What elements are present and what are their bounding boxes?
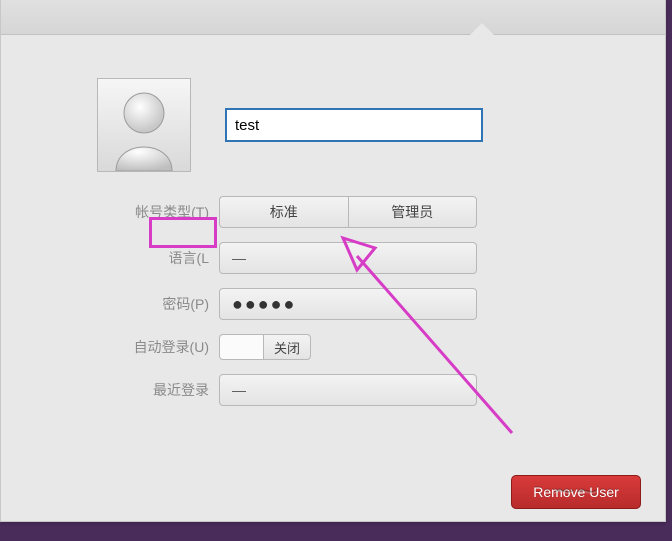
person-icon [98, 79, 190, 171]
row-last-login: 最近登录 — [97, 374, 615, 406]
avatar-row [97, 78, 615, 172]
password-masked: ●●●●● [232, 299, 296, 309]
row-language: 语言(L — [97, 242, 615, 274]
user-avatar[interactable] [97, 78, 191, 172]
form-content: 帐号类型(T) 标准 管理员 语言(L — 密码 [97, 78, 615, 420]
password-label: 密码(P) [97, 294, 219, 314]
popover-caret [469, 23, 495, 36]
password-button[interactable]: ●●●●● [219, 288, 477, 320]
user-settings-panel: 帐号类型(T) 标准 管理员 语言(L — 密码 [0, 0, 666, 522]
row-auto-login: 自动登录(U) 关闭 [97, 334, 615, 360]
toggle-state-text: 关闭 [263, 334, 311, 360]
watermark-overlay: ⁓⁓ [553, 479, 599, 505]
remove-user-button[interactable]: ⁓⁓ Remove User [511, 475, 641, 509]
row-password: 密码(P) ●●●●● [97, 288, 615, 320]
account-type-standard[interactable]: 标准 [219, 196, 348, 228]
language-label: 语言(L [97, 248, 219, 268]
account-type-admin[interactable]: 管理员 [348, 196, 478, 228]
app-window: 帐号类型(T) 标准 管理员 语言(L — 密码 [0, 0, 672, 541]
display-name-input[interactable] [225, 108, 483, 142]
last-login-label: 最近登录 [97, 380, 219, 400]
toggle-track [219, 334, 263, 360]
header-bar [1, 0, 665, 35]
account-type-label: 帐号类型(T) [97, 202, 219, 222]
row-account-type: 帐号类型(T) 标准 管理员 [97, 196, 615, 228]
last-login-value: — [232, 382, 246, 398]
language-value: — [232, 250, 246, 266]
last-login-value-field: — [219, 374, 477, 406]
account-type-segmented: 标准 管理员 [219, 196, 477, 228]
auto-login-label: 自动登录(U) [97, 337, 219, 357]
language-button[interactable]: — [219, 242, 477, 274]
auto-login-toggle[interactable]: 关闭 [219, 334, 477, 360]
